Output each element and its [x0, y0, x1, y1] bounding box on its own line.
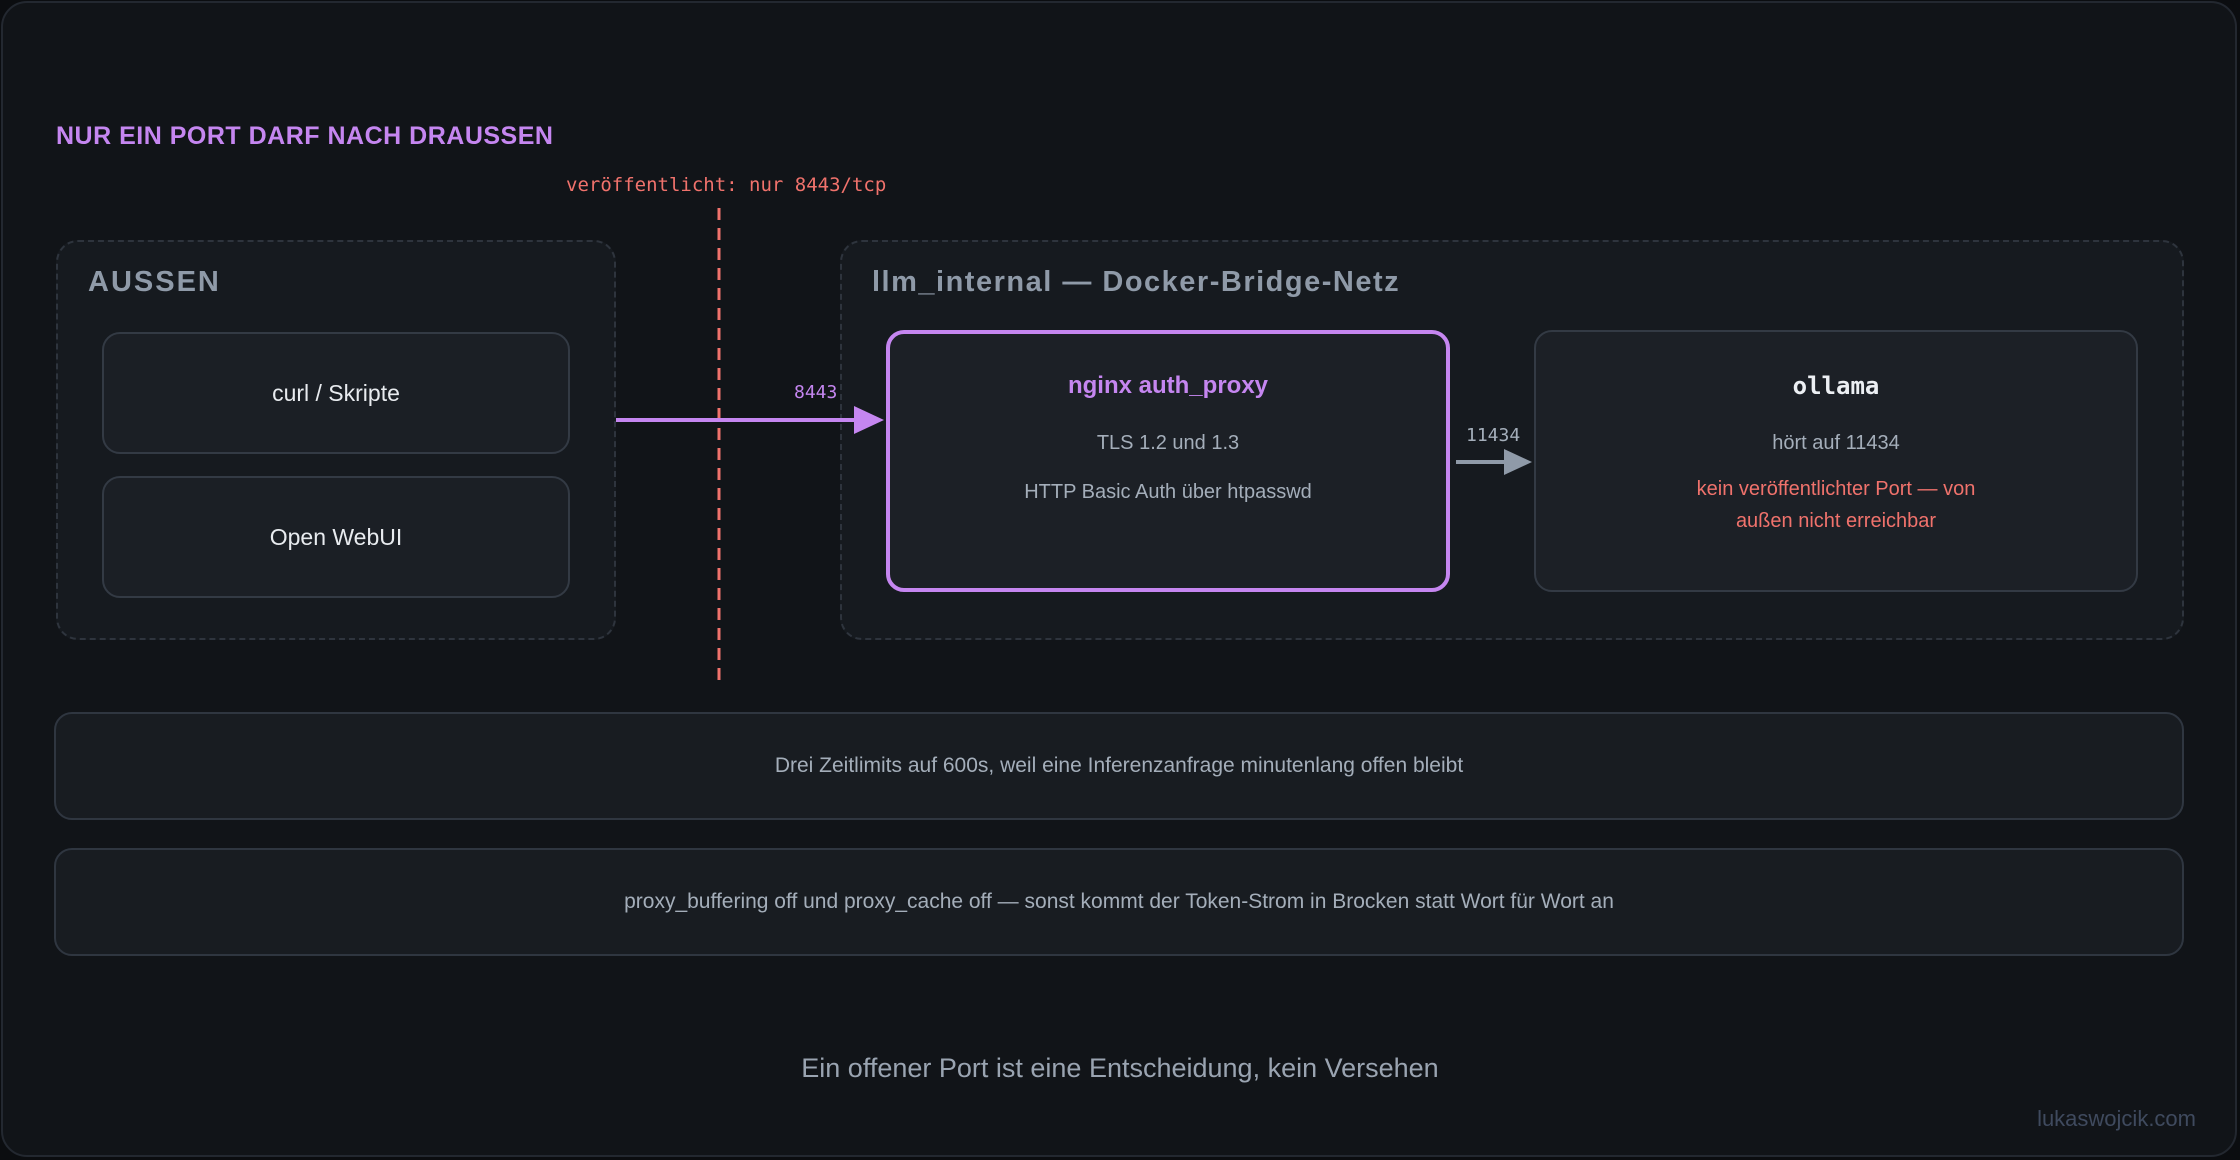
- client-to-proxy-arrowhead: [854, 406, 884, 434]
- port-11434-label: 11434: [1466, 425, 1521, 446]
- port-8443-label: 8443: [794, 382, 838, 403]
- connector-layer: [616, 208, 1532, 682]
- tagline: Ein offener Port ist eine Entscheidung, …: [801, 1053, 1439, 1083]
- buffering-note: proxy_buffering off und proxy_cache off …: [54, 848, 2184, 956]
- watermark: lukaswojcik.com: [2037, 1106, 2196, 1131]
- proxy-to-ollama-arrowhead: [1504, 449, 1532, 475]
- timeout-note: Drei Zeitlimits auf 600s, weil eine Infe…: [54, 712, 2184, 820]
